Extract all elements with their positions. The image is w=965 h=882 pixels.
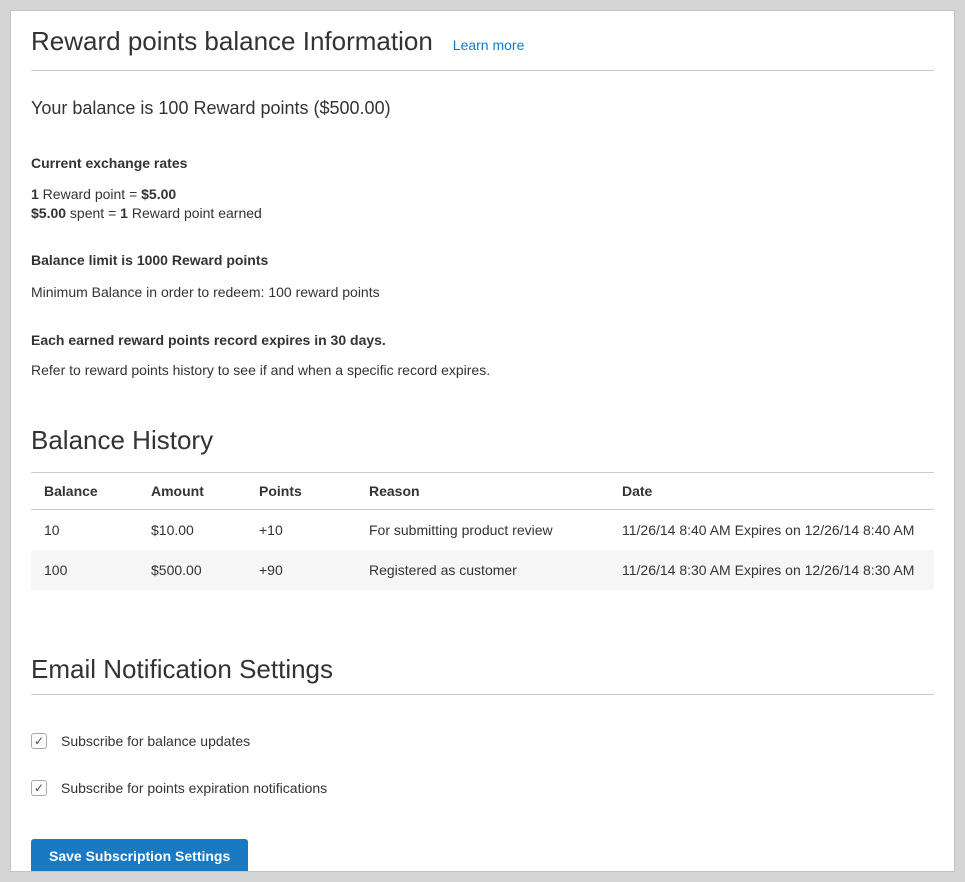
header-divider bbox=[31, 70, 934, 71]
rate2-amount: $5.00 bbox=[31, 205, 66, 221]
subscribe-expiration-notifications-option[interactable]: ✓ Subscribe for points expiration notifi… bbox=[31, 780, 934, 796]
balance-summary: Your balance is 100 Reward points ($500.… bbox=[31, 97, 934, 119]
rate1-amount: $5.00 bbox=[141, 186, 176, 202]
exchange-rates: 1 Reward point = $5.00 $5.00 spent = 1 R… bbox=[31, 185, 934, 223]
cell-amount: $500.00 bbox=[138, 550, 246, 590]
expiry-note-text: Refer to reward points history to see if… bbox=[31, 362, 934, 378]
exchange-rate-line-2: $5.00 spent = 1 Reward point earned bbox=[31, 204, 934, 223]
balance-history-title: Balance History bbox=[31, 425, 934, 456]
exchange-rate-line-1: 1 Reward point = $5.00 bbox=[31, 185, 934, 204]
notification-divider bbox=[31, 694, 934, 695]
page-header: Reward points balance Information Learn … bbox=[31, 26, 934, 57]
save-subscription-settings-button[interactable]: Save Subscription Settings bbox=[31, 839, 248, 872]
cell-date: 11/26/14 8:40 AM Expires on 12/26/14 8:4… bbox=[609, 510, 934, 551]
expiry-text: Each earned reward points record expires… bbox=[31, 332, 934, 348]
subscribe-balance-updates-label: Subscribe for balance updates bbox=[61, 733, 250, 749]
email-notification-settings-title: Email Notification Settings bbox=[31, 654, 934, 685]
column-header-reason: Reason bbox=[356, 473, 609, 510]
rate1-points: 1 bbox=[31, 186, 39, 202]
minimum-balance-text: Minimum Balance in order to redeem: 100 … bbox=[31, 284, 934, 300]
cell-date: 11/26/14 8:30 AM Expires on 12/26/14 8:3… bbox=[609, 550, 934, 590]
checkbox-checked-icon[interactable]: ✓ bbox=[31, 733, 47, 749]
balance-limit-text: Balance limit is 1000 Reward points bbox=[31, 252, 934, 268]
subscribe-balance-updates-option[interactable]: ✓ Subscribe for balance updates bbox=[31, 733, 934, 749]
cell-points: +10 bbox=[246, 510, 356, 551]
learn-more-link[interactable]: Learn more bbox=[453, 37, 525, 53]
rate2-text: spent = bbox=[66, 205, 120, 221]
reward-points-panel: Reward points balance Information Learn … bbox=[10, 10, 955, 872]
cell-amount: $10.00 bbox=[138, 510, 246, 551]
cell-reason: Registered as customer bbox=[356, 550, 609, 590]
table-header: Balance Amount Points Reason Date bbox=[31, 473, 934, 510]
subscribe-expiration-notifications-label: Subscribe for points expiration notifica… bbox=[61, 780, 327, 796]
column-header-points: Points bbox=[246, 473, 356, 510]
balance-history-table: Balance Amount Points Reason Date 10 $10… bbox=[31, 472, 934, 590]
page-title: Reward points balance Information bbox=[31, 26, 433, 57]
table-row: 100 $500.00 +90 Registered as customer 1… bbox=[31, 550, 934, 590]
column-header-balance: Balance bbox=[31, 473, 138, 510]
checkbox-checked-icon[interactable]: ✓ bbox=[31, 780, 47, 796]
rate1-text: Reward point = bbox=[39, 186, 141, 202]
column-header-amount: Amount bbox=[138, 473, 246, 510]
exchange-rates-heading: Current exchange rates bbox=[31, 155, 934, 171]
rate2-text-end: Reward point earned bbox=[128, 205, 262, 221]
table-row: 10 $10.00 +10 For submitting product rev… bbox=[31, 510, 934, 551]
cell-balance: 100 bbox=[31, 550, 138, 590]
cell-balance: 10 bbox=[31, 510, 138, 551]
cell-points: +90 bbox=[246, 550, 356, 590]
cell-reason: For submitting product review bbox=[356, 510, 609, 551]
column-header-date: Date bbox=[609, 473, 934, 510]
rate2-points: 1 bbox=[120, 205, 128, 221]
